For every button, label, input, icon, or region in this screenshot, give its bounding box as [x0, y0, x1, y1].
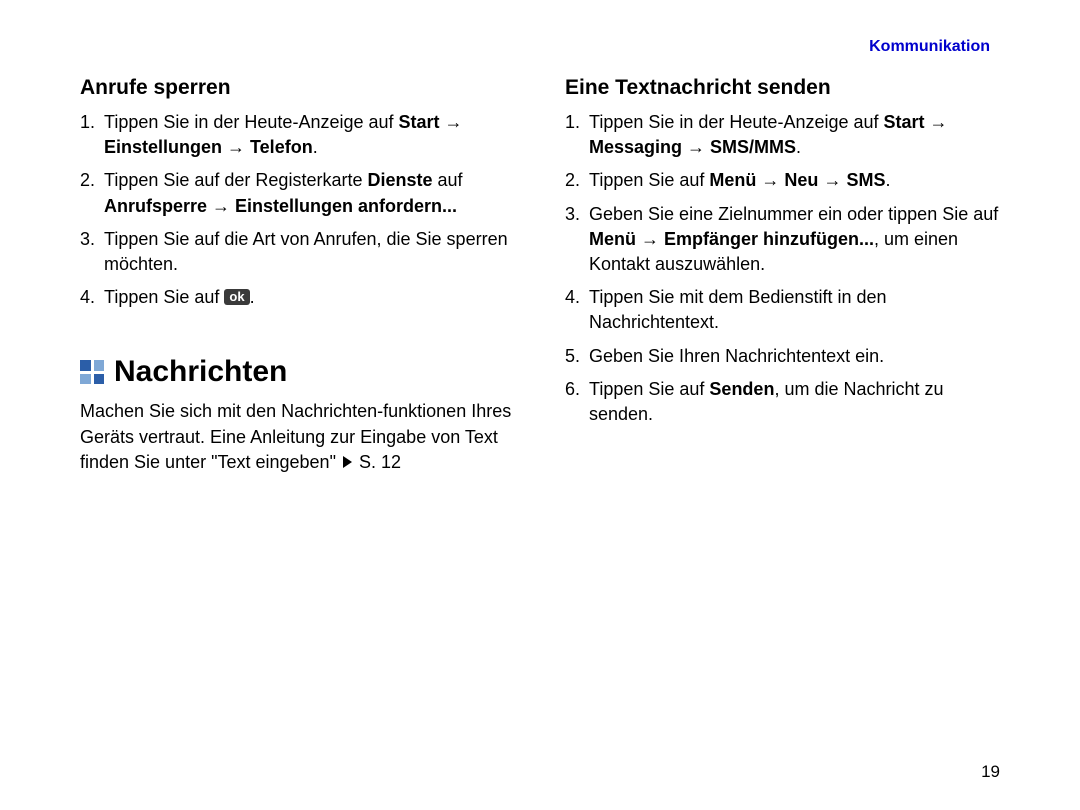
step-item: Tippen Sie mit dem Bedienstift in den Na… — [565, 285, 1010, 335]
left-column: Anrufe sperren Tippen Sie in der Heute-A… — [80, 76, 525, 475]
subheading-send-sms: Eine Textnachricht senden — [565, 76, 1010, 100]
step-item: Tippen Sie auf ok. — [80, 285, 525, 310]
step-item: Tippen Sie auf Menü → Neu → SMS. — [565, 168, 1010, 193]
step-item: Tippen Sie in der Heute-Anzeige auf Star… — [80, 110, 525, 160]
step-item: Geben Sie eine Zielnummer ein oder tippe… — [565, 202, 1010, 278]
squares-icon — [80, 360, 104, 384]
manual-page: Kommunikation Anrufe sperren Tippen Sie … — [0, 0, 1080, 810]
step-item: Geben Sie Ihren Nachrichtentext ein. — [565, 344, 1010, 369]
step-item: Tippen Sie auf Senden, um die Nachricht … — [565, 377, 1010, 427]
step-item: Tippen Sie in der Heute-Anzeige auf Star… — [565, 110, 1010, 160]
steps-send-sms: Tippen Sie in der Heute-Anzeige auf Star… — [565, 110, 1010, 427]
step-item: Tippen Sie auf der Registerkarte Dienste… — [80, 168, 525, 218]
chapter-label: Kommunikation — [869, 38, 990, 55]
crossref-triangle-icon — [343, 456, 352, 468]
intro-paragraph: Machen Sie sich mit den Nachrichten-funk… — [80, 399, 525, 475]
right-column: Eine Textnachricht senden Tippen Sie in … — [565, 76, 1010, 475]
step-item: Tippen Sie auf die Art von Anrufen, die … — [80, 227, 525, 277]
two-column-layout: Anrufe sperren Tippen Sie in der Heute-A… — [80, 76, 1010, 475]
page-number: 19 — [981, 762, 1000, 782]
subheading-block-calls: Anrufe sperren — [80, 76, 525, 100]
section-heading-messages: Nachrichten — [114, 355, 287, 389]
section-title-row: Nachrichten — [80, 355, 525, 389]
ok-icon: ok — [224, 289, 249, 305]
steps-block-calls: Tippen Sie in der Heute-Anzeige auf Star… — [80, 110, 525, 310]
chapter-header: Kommunikation — [80, 38, 1010, 56]
